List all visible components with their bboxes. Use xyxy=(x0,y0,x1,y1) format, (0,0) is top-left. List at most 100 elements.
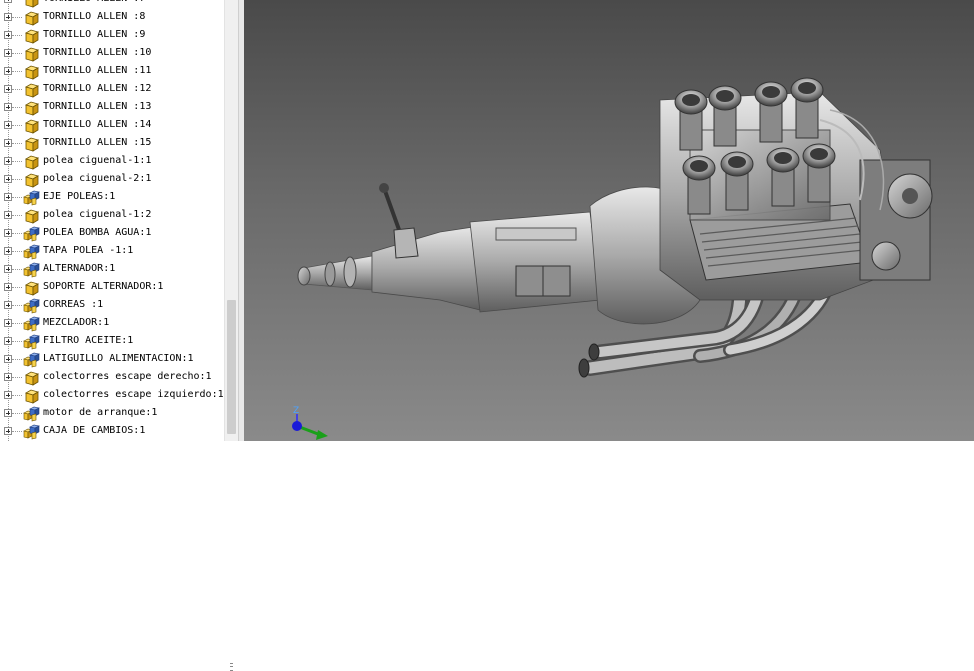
expand-plus-icon[interactable] xyxy=(4,139,12,147)
tree-item[interactable]: FILTRO ACEITE:1 xyxy=(0,333,224,351)
part-icon xyxy=(25,371,39,386)
part-icon xyxy=(25,137,39,152)
tree-item[interactable]: colectorres escape izquierdo:1 xyxy=(0,387,224,405)
expand-plus-icon[interactable] xyxy=(4,265,12,273)
tree-connector xyxy=(12,215,22,216)
tree-item[interactable]: polea ciguenal-1:2 xyxy=(0,207,224,225)
tree-connector xyxy=(12,125,22,126)
tree-connector xyxy=(12,341,22,342)
tree-item[interactable]: EJE POLEAS:1 xyxy=(0,189,224,207)
expand-plus-icon[interactable] xyxy=(4,211,12,219)
tree-connector xyxy=(12,323,22,324)
tree-item-label: EJE POLEAS:1 xyxy=(43,191,116,202)
expand-plus-icon[interactable] xyxy=(4,157,12,165)
expand-plus-icon[interactable] xyxy=(4,229,12,237)
tree-item[interactable]: motor de arranque:1 xyxy=(0,405,224,423)
engine-assembly-model[interactable] xyxy=(244,0,974,441)
expand-plus-icon[interactable] xyxy=(4,373,12,381)
assembly-icon xyxy=(23,424,40,440)
tree-connector xyxy=(12,35,22,36)
expand-plus-icon[interactable] xyxy=(4,49,12,57)
transmission xyxy=(297,183,701,325)
part-icon xyxy=(25,83,39,98)
expand-plus-icon[interactable] xyxy=(4,427,12,435)
tree-item-label: TORNILLO ALLEN :10 xyxy=(43,47,152,58)
tree-item[interactable]: TORNILLO ALLEN :15 xyxy=(0,135,224,153)
tree-item-label: ALTERNADOR:1 xyxy=(43,263,116,274)
tree-item[interactable]: TORNILLO ALLEN :14 xyxy=(0,117,224,135)
tree-connector xyxy=(12,143,22,144)
tree-item[interactable]: MEZCLADOR:1 xyxy=(0,315,224,333)
tree-item[interactable]: CORREAS :1 xyxy=(0,297,224,315)
tree-connector xyxy=(12,197,22,198)
model-browser-tree[interactable]: TORNILLO ALLEN :7 TORNILLO ALLEN :8 TORNIL… xyxy=(0,0,224,441)
expand-plus-icon[interactable] xyxy=(4,31,12,39)
expand-plus-icon[interactable] xyxy=(4,175,12,183)
tree-item[interactable]: TORNILLO ALLEN :10 xyxy=(0,45,224,63)
tree-connector xyxy=(12,395,22,396)
expand-plus-icon[interactable] xyxy=(4,391,12,399)
tree-item-label: TORNILLO ALLEN :13 xyxy=(43,101,152,112)
assembly-icon xyxy=(23,406,40,422)
expand-plus-icon[interactable] xyxy=(4,337,12,345)
tree-item-label: colectorres escape izquierdo:1 xyxy=(43,389,224,400)
tree-item-label: TORNILLO ALLEN :9 xyxy=(43,29,146,40)
tree-item[interactable]: ALTERNADOR:1 xyxy=(0,261,224,279)
part-icon xyxy=(25,65,39,80)
expand-plus-icon[interactable] xyxy=(4,193,12,201)
tree-item[interactable]: TORNILLO ALLEN :7 xyxy=(0,0,224,9)
tree-item-label: TORNILLO ALLEN :14 xyxy=(43,119,152,130)
part-icon xyxy=(25,11,39,26)
tree-item[interactable]: TORNILLO ALLEN :13 xyxy=(0,99,224,117)
tree-item[interactable]: TAPA POLEA -1:1 xyxy=(0,243,224,261)
part-icon xyxy=(25,173,39,188)
tree-item[interactable]: TORNILLO ALLEN :9 xyxy=(0,27,224,45)
tree-item[interactable]: POLEA BOMBA AGUA:1 xyxy=(0,225,224,243)
part-icon xyxy=(25,209,39,224)
tree-connector xyxy=(12,17,22,18)
triad-z-label: Z xyxy=(293,406,300,416)
expand-plus-icon[interactable] xyxy=(4,13,12,21)
tree-item[interactable]: SOPORTE ALTERNADOR:1 xyxy=(0,279,224,297)
tree-item-label: polea ciguenal-1:2 xyxy=(43,209,152,220)
expand-plus-icon[interactable] xyxy=(4,247,12,255)
expand-plus-icon[interactable] xyxy=(4,0,12,3)
expand-plus-icon[interactable] xyxy=(4,121,12,129)
tree-item-label: TORNILLO ALLEN :8 xyxy=(43,11,146,22)
tree-connector xyxy=(12,251,22,252)
expand-plus-icon[interactable] xyxy=(4,319,12,327)
expand-plus-icon[interactable] xyxy=(4,409,12,417)
tree-item[interactable]: CAJA DE CAMBIOS:1 xyxy=(0,423,224,441)
tree-item[interactable]: TORNILLO ALLEN :12 xyxy=(0,81,224,99)
expand-plus-icon[interactable] xyxy=(4,103,12,111)
tree-item[interactable]: TORNILLO ALLEN :11 xyxy=(0,63,224,81)
tree-item[interactable]: colectorres escape derecho:1 xyxy=(0,369,224,387)
assembly-icon xyxy=(23,352,40,368)
assembly-icon xyxy=(23,262,40,278)
tree-item[interactable]: polea ciguenal-1:1 xyxy=(0,153,224,171)
axis-triad xyxy=(292,414,328,440)
browser-scrollbar[interactable] xyxy=(224,0,238,671)
3d-viewport[interactable]: Z xyxy=(244,0,974,441)
tree-connector xyxy=(12,287,22,288)
tree-item-label: motor de arranque:1 xyxy=(43,407,158,418)
expand-plus-icon[interactable] xyxy=(4,283,12,291)
assembly-icon xyxy=(23,316,40,332)
tree-item-label: TORNILLO ALLEN :11 xyxy=(43,65,152,76)
tree-item-label: CAJA DE CAMBIOS:1 xyxy=(43,425,146,436)
tree-connector xyxy=(12,377,22,378)
expand-plus-icon[interactable] xyxy=(4,67,12,75)
tree-item[interactable]: polea ciguenal-2:1 xyxy=(0,171,224,189)
part-icon xyxy=(25,155,39,170)
tree-connector xyxy=(12,179,22,180)
expand-plus-icon[interactable] xyxy=(4,301,12,309)
scrollbar-thumb[interactable] xyxy=(227,300,236,671)
tree-item[interactable]: LATIGUILLO ALIMENTACION:1 xyxy=(0,351,224,369)
tree-item-label: TORNILLO ALLEN :15 xyxy=(43,137,152,148)
part-icon xyxy=(25,0,39,8)
expand-plus-icon[interactable] xyxy=(4,355,12,363)
expand-plus-icon[interactable] xyxy=(4,85,12,93)
tree-item-label: POLEA BOMBA AGUA:1 xyxy=(43,227,152,238)
tree-item[interactable]: TORNILLO ALLEN :8 xyxy=(0,9,224,27)
tree-item-label: LATIGUILLO ALIMENTACION:1 xyxy=(43,353,194,364)
